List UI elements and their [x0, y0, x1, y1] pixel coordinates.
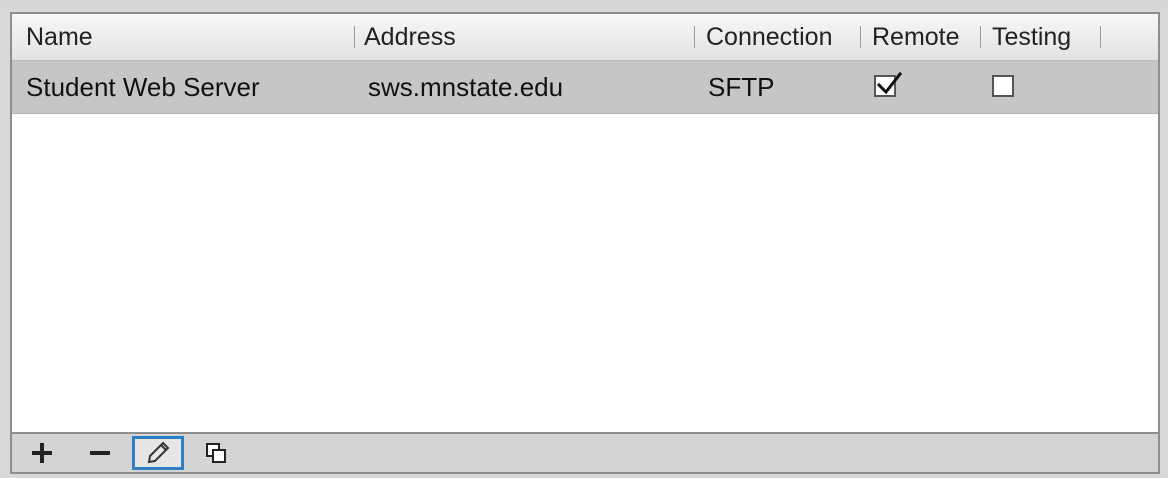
server-name-cell: Student Web Server: [26, 72, 260, 102]
table-empty-area: [12, 114, 1158, 434]
column-header-address[interactable]: Address: [364, 14, 456, 60]
server-connection-cell: SFTP: [708, 72, 775, 102]
duplicate-icon: [206, 443, 226, 463]
remote-checkbox[interactable]: [874, 71, 902, 97]
pencil-icon: [147, 441, 170, 464]
checkmark-icon: [876, 71, 902, 95]
table-row[interactable]: Student Web Server sws.mnstate.edu SFTP: [12, 61, 1158, 114]
plus-icon: [32, 443, 52, 463]
remove-server-button[interactable]: [74, 436, 126, 470]
edit-server-button[interactable]: [132, 436, 184, 470]
table-header: Name Address Connection Remote Testing: [12, 14, 1158, 61]
add-server-button[interactable]: [16, 436, 68, 470]
table-toolbar: [12, 432, 1158, 472]
column-header-connection[interactable]: Connection: [706, 14, 832, 60]
column-divider: [860, 26, 861, 48]
column-header-name[interactable]: Name: [26, 14, 93, 60]
column-divider: [694, 26, 695, 48]
top-strip: [0, 0, 1168, 10]
column-divider: [1100, 26, 1101, 48]
column-header-testing[interactable]: Testing: [992, 14, 1071, 60]
servers-table: Name Address Connection Remote Testing S…: [10, 12, 1160, 474]
minus-icon: [90, 451, 110, 455]
servers-dialog: Name Address Connection Remote Testing S…: [0, 0, 1168, 478]
column-divider: [980, 26, 981, 48]
column-header-remote[interactable]: Remote: [872, 14, 960, 60]
duplicate-server-button[interactable]: [190, 436, 242, 470]
server-address-cell: sws.mnstate.edu: [368, 72, 564, 102]
testing-checkbox[interactable]: [992, 75, 1014, 97]
column-divider: [354, 26, 355, 48]
